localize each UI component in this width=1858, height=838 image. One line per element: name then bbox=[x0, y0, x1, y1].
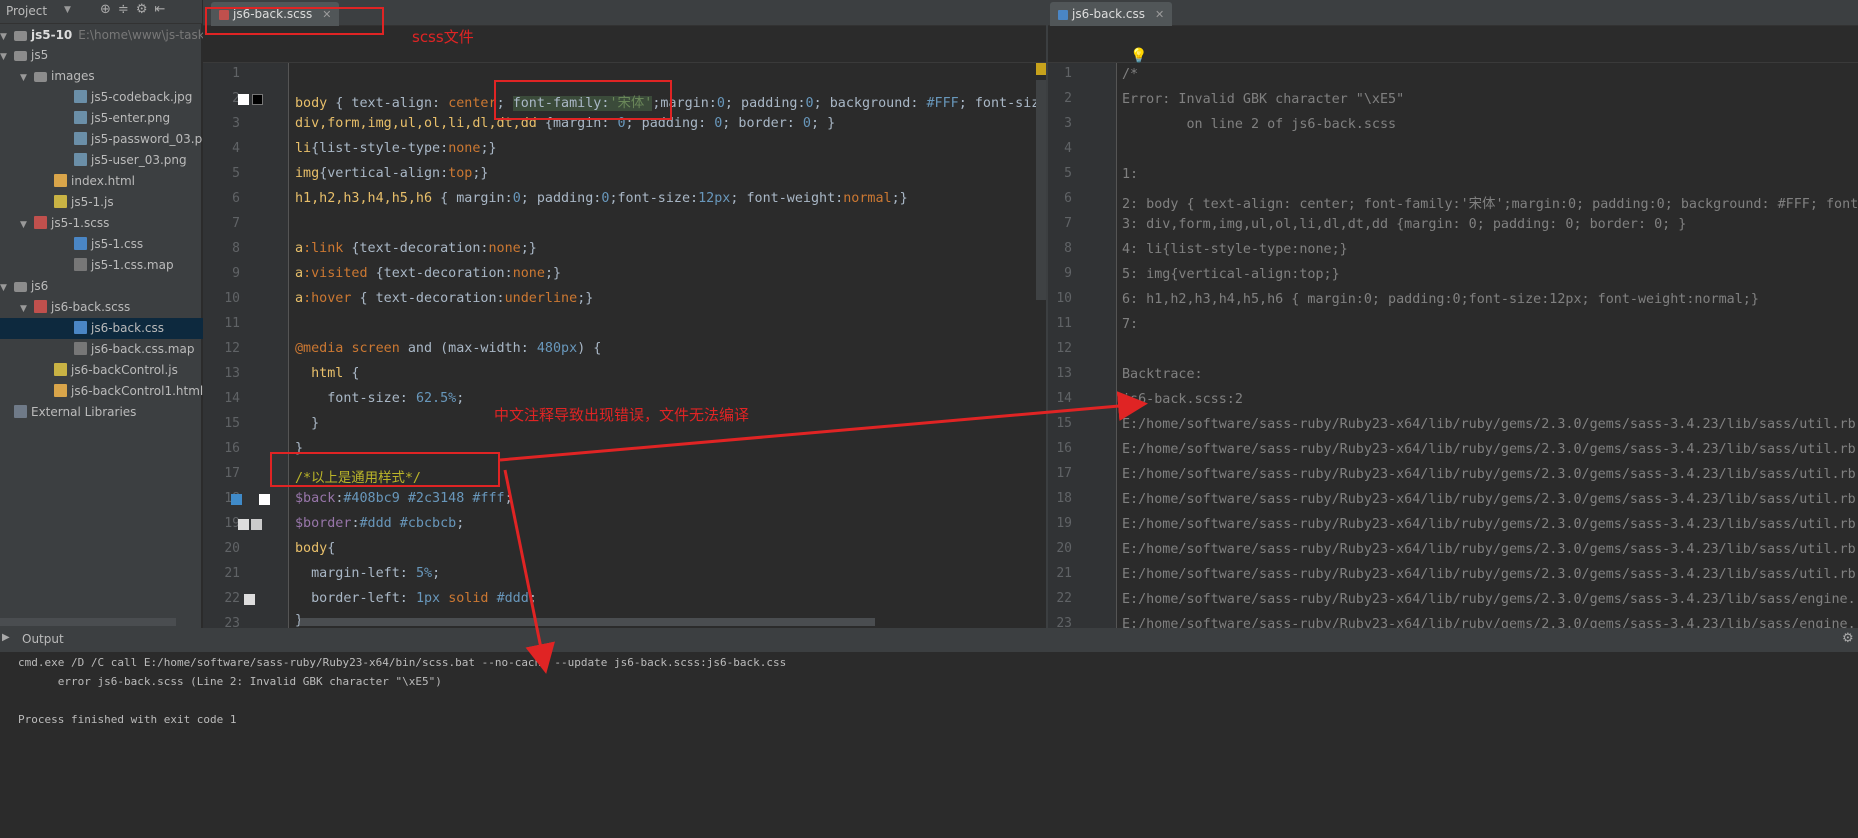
annotation-arrows bbox=[499, 391, 1148, 674]
arrow-to-error bbox=[499, 391, 1148, 462]
arrow-to-output bbox=[503, 469, 555, 674]
